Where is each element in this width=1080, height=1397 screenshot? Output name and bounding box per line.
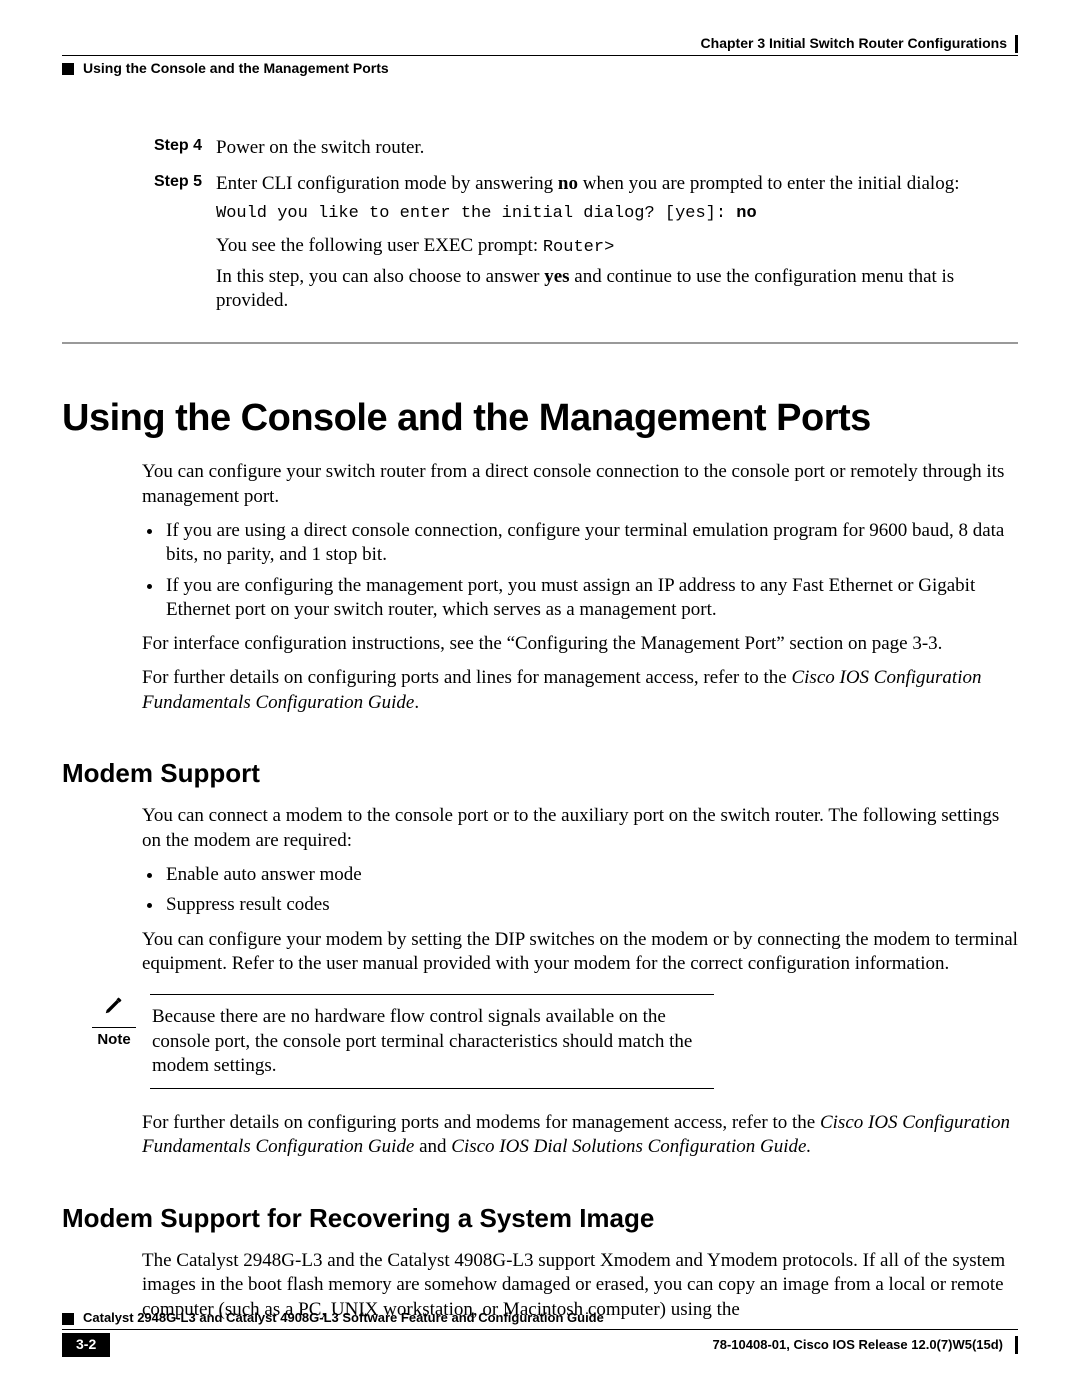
- footer-rule: [62, 1329, 1018, 1330]
- header-rule: [62, 55, 1018, 56]
- paragraph: For interface configuration instructions…: [142, 632, 1018, 656]
- paragraph: You can connect a modem to the console p…: [142, 804, 1018, 853]
- note: Note Because there are no hardware flow …: [92, 994, 1018, 1089]
- steps-end-rule: [62, 342, 1018, 344]
- pencil-icon: [103, 1000, 125, 1021]
- step-5: Step 5 Enter CLI configuration mode by a…: [142, 172, 1018, 319]
- step-5-line3: In this step, you can also choose to ans…: [216, 265, 1018, 314]
- step-5-line2: You see the following user EXEC prompt: …: [216, 234, 1018, 259]
- note-label: Note: [92, 1030, 136, 1049]
- text: and: [414, 1136, 451, 1157]
- square-icon: [62, 63, 74, 75]
- text-bold: yes: [544, 266, 569, 287]
- list-item: Suppress result codes: [164, 893, 1018, 917]
- body: Step 4 Power on the switch router. Step …: [62, 136, 1018, 1322]
- header-section: Using the Console and the Management Por…: [83, 60, 389, 78]
- note-short-rule: [92, 1027, 136, 1028]
- bullet-list: If you are using a direct console connec…: [142, 519, 1018, 622]
- cli-text: Would you like to enter the initial dial…: [216, 204, 736, 223]
- header-bar-icon: [1015, 35, 1018, 53]
- note-gutter: Note: [92, 994, 136, 1089]
- step-4: Step 4 Power on the switch router.: [142, 136, 1018, 166]
- square-icon: [62, 1313, 74, 1325]
- text: For further details on configuring ports…: [142, 667, 791, 688]
- running-footer: Catalyst 2948G-L3 and Catalyst 4908G-L3 …: [62, 1310, 1018, 1357]
- list-item: Enable auto answer mode: [164, 863, 1018, 887]
- text-bold: no: [558, 173, 578, 194]
- footer-book-title: Catalyst 2948G-L3 and Catalyst 4908G-L3 …: [83, 1310, 604, 1327]
- paragraph: For further details on configuring ports…: [142, 666, 1018, 715]
- section-heading: Using the Console and the Management Por…: [62, 394, 1018, 443]
- list-item: If you are configuring the management po…: [164, 574, 1018, 623]
- bullet-list: Enable auto answer mode Suppress result …: [142, 863, 1018, 918]
- page: Chapter 3 Initial Switch Router Configur…: [0, 0, 1080, 1397]
- step-label: Step 5: [142, 172, 202, 319]
- step-body: Enter CLI configuration mode by answerin…: [216, 172, 1018, 319]
- paragraph: You can configure your modem by setting …: [142, 928, 1018, 977]
- step-body: Power on the switch router.: [216, 136, 1018, 166]
- subsection-heading: Modem Support: [62, 757, 1018, 790]
- cli-prompt: Router>: [543, 238, 614, 257]
- text: when you are prompted to enter the initi…: [578, 173, 959, 194]
- step-5-cli: Would you like to enter the initial dial…: [216, 203, 1018, 225]
- subsection-heading: Modem Support for Recovering a System Im…: [62, 1202, 1018, 1235]
- text: In this step, you can also choose to ans…: [216, 266, 544, 287]
- footer-release: 78-10408-01, Cisco IOS Release 12.0(7)W5…: [713, 1337, 1003, 1354]
- step-5-line1: Enter CLI configuration mode by answerin…: [216, 172, 1018, 196]
- step-label: Step 4: [142, 136, 202, 166]
- page-number-badge: 3-2: [62, 1333, 110, 1357]
- text-italic: Cisco IOS Dial Solutions Configuration G…: [451, 1136, 811, 1157]
- running-header: Chapter 3 Initial Switch Router Configur…: [62, 35, 1018, 53]
- paragraph: You can configure your switch router fro…: [142, 460, 1018, 509]
- text: You see the following user EXEC prompt:: [216, 235, 543, 256]
- text: Enter CLI configuration mode by answerin…: [216, 173, 558, 194]
- note-body: Because there are no hardware flow contr…: [150, 994, 714, 1089]
- paragraph: For further details on configuring ports…: [142, 1111, 1018, 1160]
- header-chapter: Chapter 3 Initial Switch Router Configur…: [701, 35, 1007, 53]
- header-subline: Using the Console and the Management Por…: [62, 60, 1018, 78]
- text: .: [414, 692, 419, 713]
- text: For further details on configuring ports…: [142, 1112, 820, 1133]
- list-item: If you are using a direct console connec…: [164, 519, 1018, 568]
- step-4-text: Power on the switch router.: [216, 136, 1018, 160]
- footer-bar-icon: [1015, 1336, 1018, 1354]
- cli-bold: no: [736, 204, 756, 223]
